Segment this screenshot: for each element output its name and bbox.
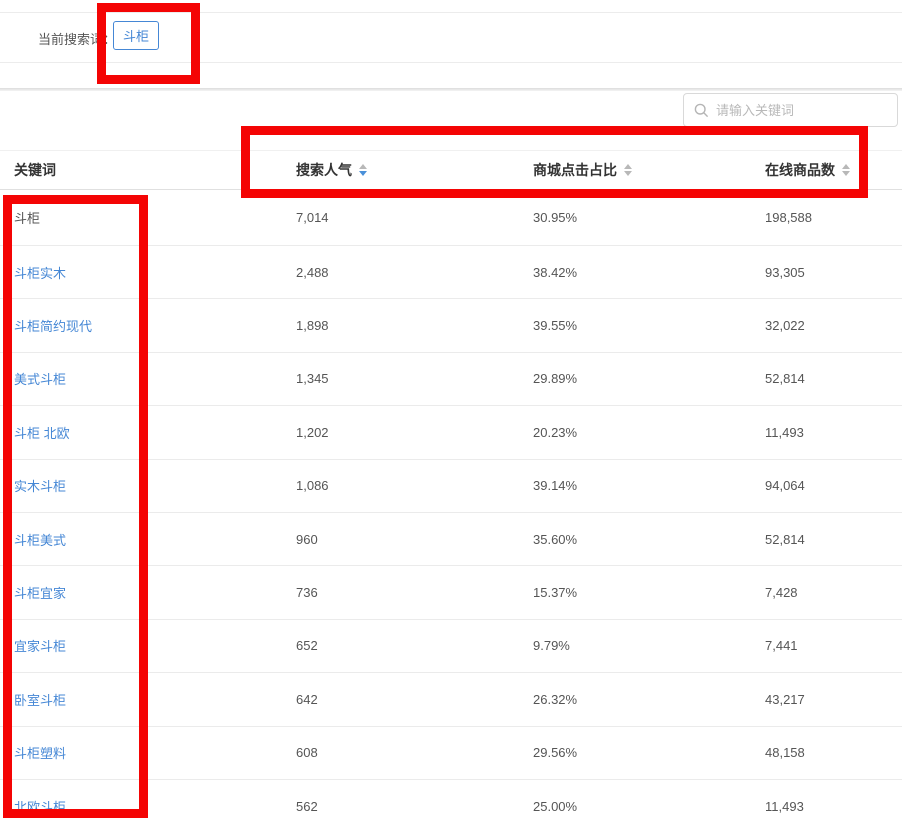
- keyword-link[interactable]: 实木斗柜: [14, 479, 66, 494]
- column-header-keyword-label: 关键词: [14, 162, 56, 178]
- column-header-online-products[interactable]: 在线商品数: [765, 160, 902, 180]
- mall-click-ratio-value: 25.00%: [533, 798, 578, 814]
- table-row: 美式斗柜 1,345 29.89% 52,814: [0, 353, 902, 407]
- table-row: 宜家斗柜 652 9.79% 7,441: [0, 620, 902, 674]
- search-popularity-value: 7,014: [296, 210, 329, 225]
- online-products-value: 11,493: [765, 798, 804, 814]
- online-products-value: 32,022: [765, 318, 805, 334]
- keyword-link[interactable]: 宜家斗柜: [14, 639, 66, 654]
- search-popularity-value: 642: [296, 691, 318, 707]
- search-popularity-value: 1,898: [296, 318, 329, 334]
- online-products-value: 94,064: [765, 478, 805, 494]
- column-header-popularity-label: 搜索人气: [296, 162, 352, 178]
- table-row: 斗柜 北欧 1,202 20.23% 11,493: [0, 406, 902, 460]
- search-popularity-value: 1,086: [296, 478, 329, 494]
- keyword-link[interactable]: 北欧斗柜: [14, 800, 66, 815]
- current-search-term-tag[interactable]: 斗柜: [113, 21, 159, 50]
- online-products-value: 7,441: [765, 638, 798, 654]
- keyword-link[interactable]: 斗柜简约现代: [14, 319, 92, 334]
- search-popularity-value: 736: [296, 585, 318, 601]
- search-popularity-value: 1,202: [296, 424, 329, 440]
- search-popularity-value: 960: [296, 531, 318, 547]
- table-row: 斗柜宜家 736 15.37% 7,428: [0, 566, 902, 620]
- topbar-top-divider: [0, 12, 902, 13]
- mall-click-ratio-value: 29.89%: [533, 371, 578, 387]
- column-header-search-popularity[interactable]: 搜索人气: [296, 160, 533, 180]
- table-row: 斗柜实木 2,488 38.42% 93,305: [0, 246, 902, 300]
- mall-click-ratio-value: 20.23%: [533, 424, 578, 440]
- online-products-value: 11,493: [765, 424, 804, 440]
- column-header-click-ratio-label: 商城点击占比: [533, 162, 617, 178]
- mall-click-ratio-value: 39.14%: [533, 478, 578, 494]
- keyword-text: 斗柜: [14, 211, 41, 226]
- keyword-link[interactable]: 斗柜 北欧: [14, 426, 70, 441]
- keyword-link[interactable]: 美式斗柜: [14, 372, 66, 387]
- table-row: 实木斗柜 1,086 39.14% 94,064: [0, 460, 902, 513]
- topbar-bottom-divider: [0, 62, 902, 63]
- panel-top-shadow: [0, 88, 902, 91]
- column-header-keyword: 关键词: [0, 160, 296, 180]
- search-icon: [694, 103, 709, 117]
- mall-click-ratio-value: 9.79%: [533, 638, 570, 654]
- table-row: 北欧斗柜 562 25.00% 11,493: [0, 780, 902, 824]
- online-products-value: 198,588: [765, 210, 812, 225]
- online-products-value: 52,814: [765, 371, 805, 387]
- sort-icon-search-popularity: [359, 164, 367, 176]
- keyword-link[interactable]: 卧室斗柜: [14, 693, 66, 708]
- search-popularity-value: 562: [296, 798, 318, 814]
- mall-click-ratio-value: 39.55%: [533, 318, 578, 334]
- table-row: 斗柜塑料 608 29.56% 48,158: [0, 727, 902, 780]
- table-row: 斗柜简约现代 1,898 39.55% 32,022: [0, 299, 902, 353]
- keyword-link[interactable]: 斗柜美式: [14, 533, 66, 548]
- sort-icon-mall-click-ratio: [624, 164, 632, 176]
- search-input[interactable]: [716, 102, 897, 118]
- column-header-mall-click-ratio[interactable]: 商城点击占比: [533, 160, 765, 180]
- mall-click-ratio-value: 29.56%: [533, 745, 578, 761]
- table-header-row: 关键词 搜索人气 商城点击占比 在线商品数: [0, 150, 902, 190]
- mall-click-ratio-value: 35.60%: [533, 531, 578, 547]
- table-body: 斗柜 7,014 30.95% 198,588 斗柜实木 2,488 38.42% 93,30…: [0, 190, 902, 824]
- search-popularity-value: 652: [296, 638, 318, 654]
- column-header-online-products-label: 在线商品数: [765, 162, 835, 178]
- sort-icon-online-products: [842, 164, 850, 176]
- mall-click-ratio-value: 38.42%: [533, 264, 578, 280]
- mall-click-ratio-value: 15.37%: [533, 585, 578, 601]
- current-search-term-label: 当前搜索词：: [38, 32, 117, 47]
- online-products-value: 43,217: [765, 691, 805, 707]
- mall-click-ratio-value: 26.32%: [533, 691, 578, 707]
- keyword-link[interactable]: 斗柜宜家: [14, 586, 66, 601]
- table-row: 斗柜美式 960 35.60% 52,814: [0, 513, 902, 567]
- online-products-value: 93,305: [765, 264, 805, 280]
- search-popularity-value: 1,345: [296, 371, 329, 387]
- keyword-link[interactable]: 斗柜实木: [14, 266, 66, 281]
- online-products-value: 7,428: [765, 585, 798, 601]
- mall-click-ratio-value: 30.95%: [533, 210, 578, 225]
- search-popularity-value: 608: [296, 745, 318, 761]
- online-products-value: 48,158: [765, 745, 805, 761]
- online-products-value: 52,814: [765, 531, 805, 547]
- table-row: 斗柜 7,014 30.95% 198,588: [0, 190, 902, 246]
- table-row: 卧室斗柜 642 26.32% 43,217: [0, 673, 902, 727]
- keyword-link[interactable]: 斗柜塑料: [14, 746, 66, 761]
- keyword-search-box[interactable]: [683, 93, 898, 127]
- search-popularity-value: 2,488: [296, 264, 329, 280]
